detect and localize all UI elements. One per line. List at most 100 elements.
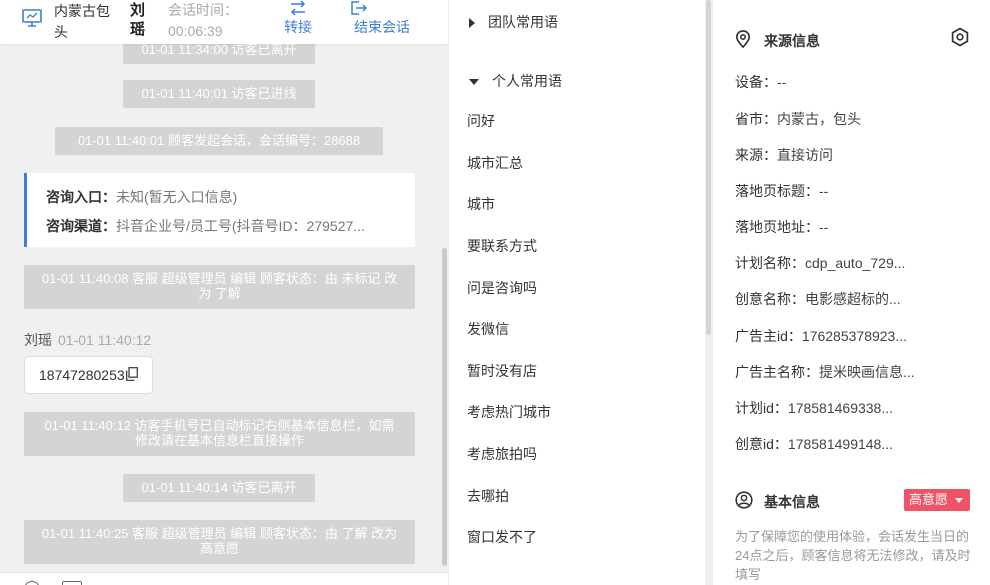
creative-id-field: 创意id：178581499148...: [735, 434, 893, 454]
field-value: 电影感超标的...: [805, 291, 901, 307]
intent-status-dropdown[interactable]: 高意愿: [904, 489, 970, 511]
phrases-scrollbar[interactable]: [706, 0, 711, 335]
basic-info-title: 基本信息: [735, 491, 820, 512]
system-message: 01-01 11:40:08 客服 超级管理员 编辑 顾客状态：由 未标记 改为…: [24, 265, 415, 309]
field-label: 落地页标题：: [735, 183, 819, 199]
transfer-button[interactable]: 转接: [276, 0, 320, 36]
transfer-label: 转接: [284, 19, 312, 35]
field-value: 178581499148...: [787, 436, 894, 452]
end-session-label: 结束会话: [354, 19, 410, 35]
chat-toolbar: [0, 572, 448, 585]
device-field: 设备：--: [735, 72, 786, 92]
plan-name-field: 计划名称：cdp_auto_729...: [735, 253, 905, 273]
field-value: 178581469338...: [787, 400, 894, 416]
session-time-label: 会话时间：: [168, 2, 238, 18]
phone-number: 18747280253: [39, 367, 125, 383]
phrase-item[interactable]: 问好: [467, 111, 495, 131]
consult-entry-value: 未知(暂无入口信息): [116, 189, 238, 205]
monitor-icon: [22, 9, 42, 27]
field-label: 创意名称：: [735, 291, 805, 307]
system-message: 01-01 11:40:01 顾客发起会话，会话编号：28688: [55, 127, 383, 155]
field-value: --: [819, 183, 829, 199]
system-message: 01-01 11:40:12 访客手机号已自动标记右侧基本信息栏，如需修改请在基…: [24, 412, 415, 456]
field-value: 直接访问: [777, 147, 833, 163]
chat-header: 内蒙古包头 刘瑶 会话时间： 00:06:39 转接 结束会话: [0, 0, 448, 44]
expand-arrow-icon: [469, 18, 475, 29]
message-sender: 刘瑶 01-01 11:40:12: [24, 330, 151, 350]
quick-phrases-panel: 团队常用语 个人常用语 问好 城市汇总 城市 要联系方式 问是咨询吗 发微信 暂…: [449, 0, 705, 585]
sender-timestamp: 01-01 11:40:12: [58, 332, 152, 348]
field-label: 来源：: [735, 147, 777, 163]
consult-channel-value: 抖音企业号/员工号(抖音号ID：279527...: [116, 218, 365, 234]
copy-icon[interactable]: [126, 367, 138, 381]
field-label: 计划名称：: [735, 255, 805, 271]
phone-message-bubble: 18747280253: [24, 356, 153, 394]
personal-phrases-group[interactable]: 个人常用语: [469, 71, 562, 91]
advertiser-name-field: 广告主名称：提米映画信息...: [735, 362, 915, 382]
exit-icon: [351, 1, 368, 15]
image-icon[interactable]: [62, 581, 82, 585]
phrase-item[interactable]: 城市汇总: [467, 153, 523, 173]
phrase-item[interactable]: 去哪拍: [467, 486, 509, 506]
visitor-region: 内蒙古包头: [54, 3, 110, 40]
plan-id-field: 计划id：178581469338...: [735, 398, 893, 418]
field-value: 176285378923...: [801, 328, 908, 344]
caret-down-icon: [955, 498, 963, 503]
chat-panel: 01-01 11:34:00 访客已离开 01-01 11:40:01 访客已进…: [0, 0, 448, 585]
session-time-value: 00:06:39: [168, 23, 223, 39]
system-message: 01-01 11:40:25 客服 超级管理员 编辑 顾客状态：由 了解 改为 …: [24, 520, 415, 564]
province-field: 省市：内蒙古，包头: [735, 109, 861, 129]
phrase-item[interactable]: 暂时没有店: [467, 361, 537, 381]
phrase-item[interactable]: 要联系方式: [467, 236, 537, 256]
field-label: 广告主id：: [735, 328, 802, 344]
field-label: 广告主名称：: [735, 364, 819, 380]
field-value: 提米映画信息...: [819, 364, 915, 380]
field-label: 设备：: [735, 74, 777, 90]
phrase-item[interactable]: 发微信: [467, 319, 509, 339]
customer-info-panel: 来源信息 设备：-- 省市：内蒙古，包头 来源：直接访问 落地页标题：-- 落地…: [713, 0, 990, 585]
consult-channel-label: 咨询渠道：: [46, 218, 116, 234]
end-session-button[interactable]: 结束会话: [348, 0, 416, 36]
chat-scrollbar[interactable]: [442, 248, 447, 566]
edit-notice: 为了保障您的使用体验，会话发生当日的24点之后，顾客信息将无法修改，请及时填写: [735, 529, 971, 582]
field-label: 计划id：: [735, 400, 788, 416]
field-label: 创意id：: [735, 436, 788, 452]
user-circle-icon: [735, 491, 753, 509]
source-field: 来源：直接访问: [735, 145, 833, 165]
team-phrases-label: 团队常用语: [488, 14, 558, 30]
field-value: cdp_auto_729...: [805, 255, 906, 271]
basic-info-label: 基本信息: [764, 494, 820, 510]
creative-name-field: 创意名称：电影感超标的...: [735, 289, 901, 309]
phrase-item[interactable]: 窗口发不了: [467, 527, 537, 547]
visitor-name: 刘瑶: [130, 2, 146, 38]
phrase-item[interactable]: 问是咨询吗: [467, 278, 537, 298]
system-message: 01-01 11:40:01 访客已进线: [123, 80, 315, 108]
location-pin-icon: [735, 30, 751, 48]
phrase-item[interactable]: 考虑旅拍吗: [467, 444, 537, 464]
phrase-item[interactable]: 考虑热门城市: [467, 402, 551, 422]
team-phrases-group[interactable]: 团队常用语: [469, 12, 558, 32]
settings-icon[interactable]: [950, 27, 970, 47]
transfer-icon: [290, 0, 306, 16]
phrase-item[interactable]: 城市: [467, 194, 495, 214]
consult-entry-label: 咨询入口：: [46, 189, 116, 205]
field-label: 落地页地址：: [735, 219, 819, 235]
sender-name: 刘瑶: [24, 332, 52, 348]
source-info-title: 来源信息: [735, 30, 820, 51]
emoji-icon[interactable]: [24, 581, 40, 585]
field-value: --: [777, 74, 787, 90]
field-value: --: [819, 219, 829, 235]
consult-entry-row: 咨询入口：未知(暂无入口信息): [46, 183, 416, 212]
consult-info-card: 咨询入口：未知(暂无入口信息) 咨询渠道：抖音企业号/员工号(抖音号ID：279…: [24, 173, 415, 247]
landing-title-field: 落地页标题：--: [735, 181, 828, 201]
advertiser-id-field: 广告主id：176285378923...: [735, 326, 907, 346]
intent-status-label: 高意愿: [909, 492, 949, 507]
consult-channel-row: 咨询渠道：抖音企业号/员工号(抖音号ID：279527...: [46, 212, 416, 241]
collapse-arrow-icon: [469, 79, 479, 86]
landing-url-field: 落地页地址：--: [735, 217, 828, 237]
field-value: 内蒙古，包头: [777, 111, 861, 127]
source-info-label: 来源信息: [764, 33, 820, 49]
system-message: 01-01 11:40:14 访客已离开: [123, 474, 315, 502]
field-label: 省市：: [735, 111, 777, 127]
personal-phrases-label: 个人常用语: [492, 73, 562, 89]
